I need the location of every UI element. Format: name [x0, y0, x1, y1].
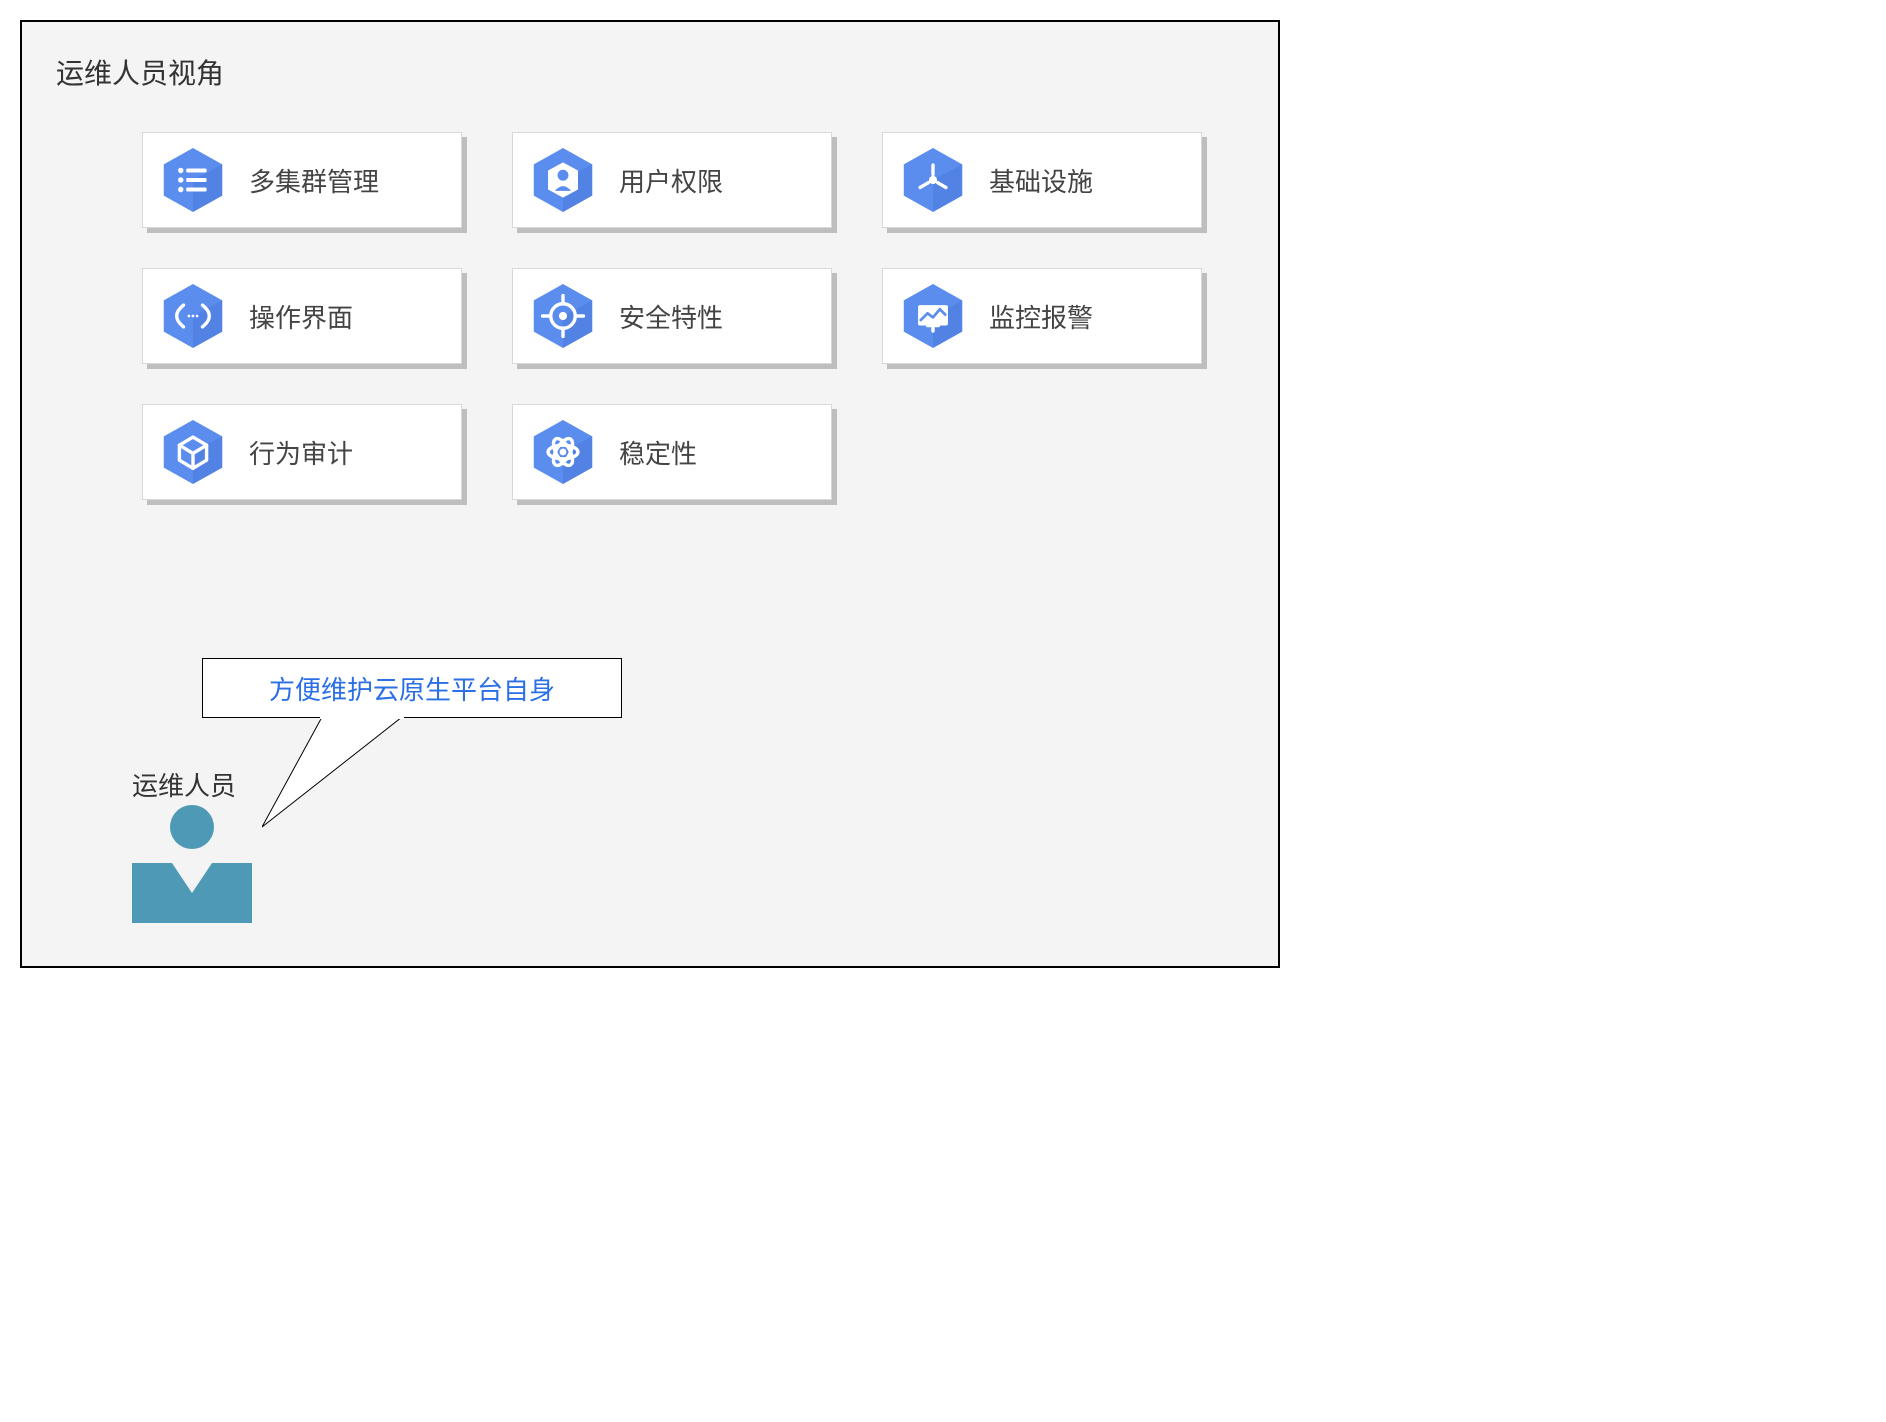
feature-card: 基础设施 [882, 132, 1202, 228]
actor-area: 方便维护云原生平台自身 运维人员 [102, 658, 802, 938]
feature-label: 用户权限 [619, 162, 723, 199]
feature-label: 安全特性 [619, 298, 723, 335]
wrench-icon [899, 146, 967, 214]
feature-label: 操作界面 [249, 298, 353, 335]
list-icon [159, 146, 227, 214]
feature-card: 监控报警 [882, 268, 1202, 364]
person-icon [122, 803, 262, 923]
diagram-frame: 运维人员视角 多集群管理 用户权限 基础设施 [20, 20, 1280, 968]
feature-grid: 多集群管理 用户权限 基础设施 操作界面 [142, 132, 1248, 500]
feature-label: 多集群管理 [249, 162, 379, 199]
feature-card: 操作界面 [142, 268, 462, 364]
speech-tail-icon [262, 717, 462, 837]
feature-card: 行为审计 [142, 404, 462, 500]
diagram-title: 运维人员视角 [56, 52, 1248, 92]
feature-label: 监控报警 [989, 298, 1093, 335]
feature-label: 行为审计 [249, 434, 353, 471]
actor-label: 运维人员 [132, 766, 236, 803]
feature-card: 稳定性 [512, 404, 832, 500]
feature-card: 用户权限 [512, 132, 832, 228]
target-icon [529, 282, 597, 350]
braces-icon [159, 282, 227, 350]
feature-label: 稳定性 [619, 434, 697, 471]
chart-icon [899, 282, 967, 350]
user-icon [529, 146, 597, 214]
feature-label: 基础设施 [989, 162, 1093, 199]
atom-icon [529, 418, 597, 486]
feature-card: 多集群管理 [142, 132, 462, 228]
cube-icon [159, 418, 227, 486]
speech-bubble: 方便维护云原生平台自身 [202, 658, 622, 718]
feature-card: 安全特性 [512, 268, 832, 364]
